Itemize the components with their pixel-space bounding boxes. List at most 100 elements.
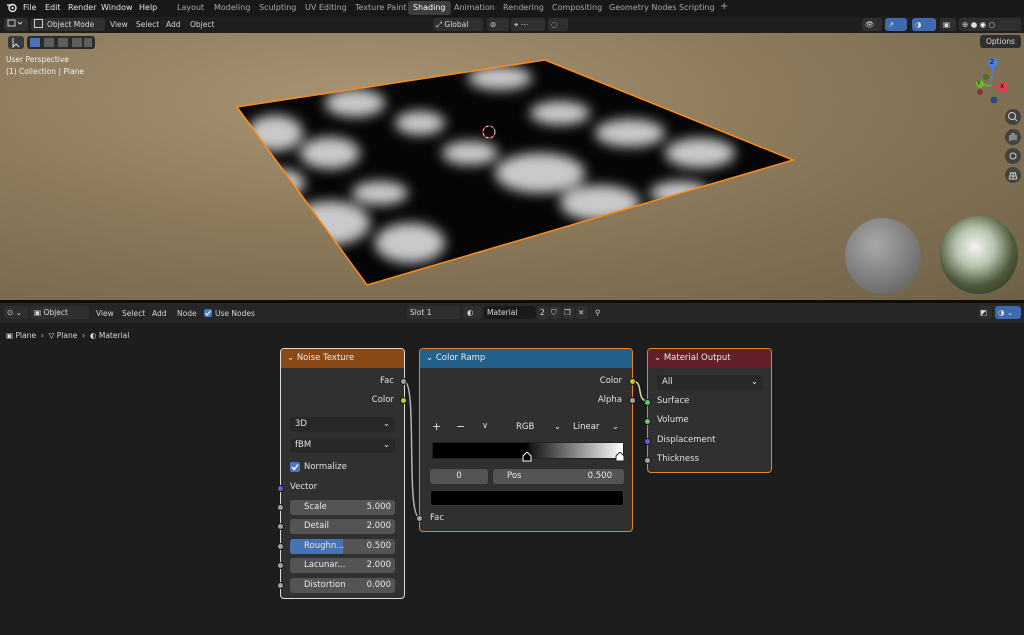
camera-view-icon[interactable]	[1005, 148, 1021, 164]
stop-color-swatch[interactable]	[430, 490, 624, 506]
node-menu-add[interactable]: Add	[152, 309, 167, 318]
blender-logo-icon[interactable]	[6, 2, 17, 15]
ramp-output-color-socket[interactable]	[629, 378, 636, 385]
ramp-output-alpha-socket[interactable]	[629, 397, 636, 404]
duplicate-material-icon[interactable]: ❐	[563, 306, 574, 319]
node-gizmo-toggle-icon[interactable]: ◑ ⌄	[995, 306, 1021, 319]
collapse-chevron-icon[interactable]: ⌄	[654, 353, 664, 363]
xray-icon[interactable]: ▣	[940, 18, 956, 31]
fake-user-icon[interactable]: ⛉	[550, 306, 561, 319]
use-nodes-checkbox[interactable]	[204, 309, 212, 317]
menu-help[interactable]: Help	[139, 3, 157, 12]
shader-type-dropdown[interactable]: ▣ Object	[31, 306, 89, 319]
distortion-input-socket[interactable]	[277, 582, 284, 589]
shading-mode-group[interactable]: ⊕ ● ◉ ○	[959, 18, 1021, 31]
breadcrumb-item-mesh[interactable]: Plane	[57, 331, 78, 340]
thickness-input-socket[interactable]	[644, 457, 651, 464]
tab-modeling[interactable]: Modeling	[214, 3, 250, 12]
detail-input-socket[interactable]	[277, 523, 284, 530]
breadcrumb-item-material[interactable]: Material	[99, 331, 129, 340]
node-menu-select[interactable]: Select	[122, 309, 145, 318]
menu-render[interactable]: Render	[68, 3, 96, 12]
interpolation-dropdown[interactable]: Linear ⌄	[568, 420, 624, 435]
tab-shading[interactable]: Shading	[408, 1, 451, 15]
material-browse-icon[interactable]: ◐	[464, 306, 482, 319]
viewport-menu-view[interactable]: View	[110, 20, 128, 29]
color-ramp-header[interactable]: ⌄ Color Ramp	[420, 349, 632, 368]
mode-dropdown[interactable]: Object Mode	[31, 18, 105, 31]
stop-position-field[interactable]: Pos 0.500	[493, 469, 624, 484]
add-workspace-icon[interactable]: +	[720, 1, 728, 12]
viewport-menu-select[interactable]: Select	[136, 20, 159, 29]
material-preview-icon[interactable]: ◉	[980, 20, 987, 29]
lacunarity-field[interactable]: Lacunar... 2.000	[290, 558, 395, 573]
ramp-stop-black[interactable]	[522, 452, 532, 462]
roughness-input-socket[interactable]	[277, 543, 284, 550]
tab-geometry-nodes[interactable]: Geometry Nodes	[609, 3, 676, 12]
material-output-header[interactable]: ⌄ Material Output	[648, 349, 771, 368]
detail-field[interactable]: Detail 2.000	[290, 519, 395, 534]
tab-layout[interactable]: Layout	[177, 3, 204, 12]
snap-icon[interactable]: ⌖ ⋯	[511, 18, 545, 31]
gizmo-toggle-icon[interactable]: ↗	[885, 18, 907, 31]
normalize-checkbox[interactable]	[290, 462, 300, 472]
noise-type-dropdown[interactable]: fBM ⌄	[290, 438, 395, 453]
tab-texture-paint[interactable]: Texture Paint	[355, 3, 407, 12]
ramp-input-fac-socket[interactable]	[416, 515, 423, 522]
color-ramp-node[interactable]: ⌄ Color Ramp Color Alpha + − ∨ RGB ⌄ Line…	[416, 348, 636, 532]
rendered-shading-icon[interactable]: ○	[989, 20, 996, 29]
add-stop-button[interactable]: +	[432, 420, 441, 433]
scale-input-socket[interactable]	[277, 504, 284, 511]
transform-orientation-dropdown[interactable]: ⤢ Global	[433, 18, 483, 31]
noise-texture-header[interactable]: ⌄ Noise Texture	[281, 349, 404, 368]
tab-scripting[interactable]: Scripting	[679, 3, 715, 12]
node-editor-type-icon[interactable]: ⊙ ⌄	[4, 306, 28, 319]
remove-stop-button[interactable]: −	[456, 420, 465, 433]
distortion-field[interactable]: Distortion 0.000	[290, 578, 395, 593]
vector-input-socket[interactable]	[277, 485, 284, 492]
breadcrumb-item-object[interactable]: Plane	[15, 331, 36, 340]
options-dropdown[interactable]: Options	[980, 35, 1021, 48]
ramp-menu-button[interactable]: ∨	[482, 421, 488, 431]
pin-icon[interactable]: ⚲	[595, 308, 601, 317]
viewport-menu-add[interactable]: Add	[166, 20, 181, 29]
menu-edit[interactable]: Edit	[45, 3, 61, 12]
editor-type-icon[interactable]	[4, 18, 28, 31]
node-menu-view[interactable]: View	[96, 309, 114, 318]
node-menu-node[interactable]: Node	[177, 309, 197, 318]
wireframe-shading-icon[interactable]: ⊕	[962, 20, 968, 29]
tab-rendering[interactable]: Rendering	[503, 3, 544, 12]
solid-shading-icon[interactable]: ●	[971, 20, 978, 29]
proportional-edit-icon[interactable]: ◌	[548, 18, 568, 31]
visibility-icon[interactable]: 👁	[862, 18, 882, 31]
active-stop-index-field[interactable]: 0	[430, 469, 488, 484]
output-target-dropdown[interactable]: All ⌄	[657, 375, 763, 390]
collapse-chevron-icon[interactable]: ⌄	[287, 353, 297, 363]
ramp-stop-white[interactable]	[615, 452, 625, 462]
unlink-material-icon[interactable]: ✕	[576, 306, 588, 319]
material-output-node[interactable]: ⌄ Material Output All ⌄ Surface Volume Di…	[644, 348, 772, 473]
tab-animation[interactable]: Animation	[454, 3, 495, 12]
material-name-field[interactable]: Material	[484, 306, 536, 319]
3d-viewport[interactable]: User Perspective (1) Collection | Plane	[0, 33, 1024, 301]
lacunarity-input-socket[interactable]	[277, 562, 284, 569]
output-fac-socket[interactable]	[400, 378, 407, 385]
navigation-gizmo[interactable]: X Z Y	[962, 53, 1012, 109]
zoom-icon[interactable]	[1005, 109, 1021, 125]
displacement-input-socket[interactable]	[644, 438, 651, 445]
collapse-chevron-icon[interactable]: ⌄	[426, 353, 436, 363]
output-color-socket[interactable]	[400, 397, 407, 404]
menu-file[interactable]: File	[23, 3, 36, 12]
overlay-toggle-icon[interactable]: ◑	[912, 18, 936, 31]
menu-window[interactable]: Window	[101, 3, 133, 12]
dimensions-dropdown[interactable]: 3D ⌄	[290, 417, 395, 432]
volume-input-socket[interactable]	[644, 418, 651, 425]
tab-sculpting[interactable]: Sculpting	[259, 3, 296, 12]
tab-compositing[interactable]: Compositing	[552, 3, 602, 12]
material-user-count[interactable]: 2	[537, 306, 549, 319]
surface-input-socket[interactable]	[644, 399, 651, 406]
node-overlay-icon[interactable]: ◩	[978, 306, 992, 319]
color-mode-dropdown[interactable]: RGB ⌄	[511, 420, 566, 435]
pan-hand-icon[interactable]	[1005, 129, 1021, 145]
tab-uv-editing[interactable]: UV Editing	[305, 3, 347, 12]
